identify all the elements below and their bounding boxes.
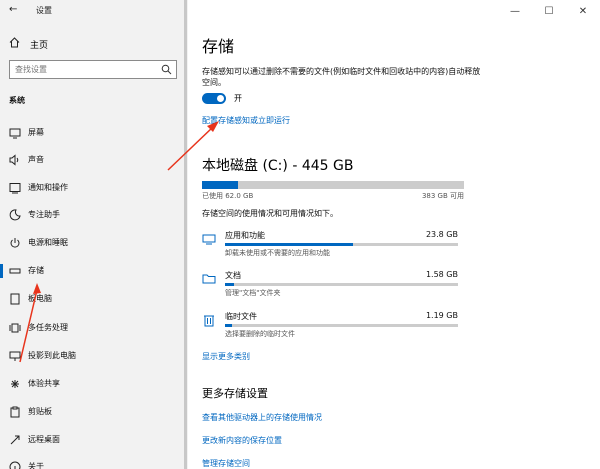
category-description: 选择要删除的临时文件 xyxy=(225,330,295,338)
minimize-button[interactable]: — xyxy=(498,0,532,22)
sidebar-item-about[interactable]: 关于 xyxy=(0,456,188,469)
drive-usage-bar xyxy=(202,181,464,189)
sidebar-item-notifications[interactable]: 通知和操作 xyxy=(0,177,188,199)
app-title: 设置 xyxy=(36,6,52,15)
sidebar-item-label: 远程桌面 xyxy=(28,435,60,444)
category-bar-fill xyxy=(225,243,354,246)
search-icon[interactable] xyxy=(161,64,172,75)
more-settings-title: 更多存储设置 xyxy=(202,387,268,400)
sidebar-item-label: 关于 xyxy=(28,462,44,469)
settings-sidebar: ← 设置 主页 系统 屏幕 声音 通知和操作 专注助手 电源和睡眠 存储 xyxy=(0,0,188,469)
sidebar-scrollbar[interactable] xyxy=(184,0,187,469)
sidebar-item-shared-experiences[interactable]: 体验共享 xyxy=(0,373,188,395)
sidebar-item-label: 板电脑 xyxy=(28,294,52,303)
sidebar-item-storage[interactable]: 存储 xyxy=(0,260,188,282)
sidebar-home[interactable]: 主页 xyxy=(9,37,48,51)
sidebar-item-label: 多任务处理 xyxy=(28,323,68,332)
remote-desktop-icon xyxy=(9,434,21,446)
category-size: 1.58 GB xyxy=(425,270,458,279)
category-name: 文档 xyxy=(225,271,241,280)
usage-info: 存储空间的使用情况和可用情况如下。 xyxy=(202,209,338,218)
sidebar-item-display[interactable]: 屏幕 xyxy=(0,122,188,144)
notification-icon xyxy=(9,182,21,194)
category-name: 应用和功能 xyxy=(225,231,265,240)
drive-title: 本地磁盘 (C:) - 445 GB xyxy=(202,158,354,174)
share-icon xyxy=(9,378,21,390)
category-bar xyxy=(225,283,458,286)
other-drives-link[interactable]: 查看其他驱动器上的存储使用情况 xyxy=(202,412,322,423)
sidebar-item-label: 电源和睡眠 xyxy=(28,238,68,247)
search-box[interactable] xyxy=(9,60,177,79)
sidebar-item-label: 屏幕 xyxy=(28,128,44,137)
moon-icon xyxy=(9,209,21,221)
category-name: 临时文件 xyxy=(225,312,257,321)
sidebar-item-label: 剪贴板 xyxy=(28,407,52,416)
sidebar-item-focus-assist[interactable]: 专注助手 xyxy=(0,204,188,226)
search-input[interactable] xyxy=(10,61,155,78)
power-icon xyxy=(9,237,21,249)
sidebar-item-label: 体验共享 xyxy=(28,379,60,388)
sidebar-item-label: 投影到此电脑 xyxy=(28,351,76,360)
clipboard-icon xyxy=(9,406,21,418)
category-size: 1.19 GB xyxy=(425,311,458,320)
sidebar-item-multitasking[interactable]: 多任务处理 xyxy=(0,317,188,339)
category-description: 管理"文档"文件夹 xyxy=(225,289,281,297)
sidebar-item-sound[interactable]: 声音 xyxy=(0,149,188,171)
drive-usage-fill xyxy=(202,181,239,189)
sidebar-item-tablet[interactable]: 板电脑 xyxy=(0,288,188,310)
back-arrow-icon[interactable]: ← xyxy=(9,4,21,16)
toggle-state-label: 开 xyxy=(234,94,242,103)
category-bar xyxy=(225,243,458,246)
section-label: 系统 xyxy=(9,96,25,105)
maximize-button[interactable]: ☐ xyxy=(532,0,566,22)
storage-sense-toggle[interactable] xyxy=(202,93,226,104)
category-bar-fill xyxy=(225,324,232,327)
manage-storage-spaces-link[interactable]: 管理存储空间 xyxy=(202,458,250,469)
configure-storage-sense-link[interactable]: 配置存储感知或立即运行 xyxy=(202,115,290,126)
category-bar-fill xyxy=(225,283,235,286)
storage-icon xyxy=(9,265,21,277)
folder-icon xyxy=(202,272,216,286)
home-icon xyxy=(9,37,21,51)
speaker-icon xyxy=(9,154,21,166)
projector-icon xyxy=(9,350,21,362)
sidebar-item-clipboard[interactable]: 剪贴板 xyxy=(0,401,188,423)
category-apps[interactable]: 应用和功能 23.8 GB 卸载未使用或不需要的应用和功能 xyxy=(202,230,464,260)
sidebar-item-label: 声音 xyxy=(28,155,44,164)
apps-icon xyxy=(202,232,216,246)
category-documents[interactable]: 文档 1.58 GB 管理"文档"文件夹 xyxy=(202,270,464,300)
home-label: 主页 xyxy=(30,40,49,51)
sidebar-item-label: 存储 xyxy=(28,266,44,275)
category-temp-files[interactable]: 临时文件 1.19 GB 选择要删除的临时文件 xyxy=(202,311,464,341)
free-space-label: 383 GB 可用 xyxy=(421,192,464,200)
monitor-icon xyxy=(9,127,21,139)
category-description: 卸载未使用或不需要的应用和功能 xyxy=(225,249,330,257)
info-icon xyxy=(9,461,21,469)
storage-page: — ☐ ✕ 存储 存储感知可以通过删除不需要的文件(例如临时文件和回收站中的内容… xyxy=(188,0,600,469)
save-location-link[interactable]: 更改新内容的保存位置 xyxy=(202,435,282,446)
window-controls: — ☐ ✕ xyxy=(498,0,600,22)
trash-icon xyxy=(202,313,216,327)
page-title: 存储 xyxy=(202,37,235,56)
sidebar-item-power[interactable]: 电源和睡眠 xyxy=(0,232,188,254)
close-button[interactable]: ✕ xyxy=(566,0,600,22)
tablet-icon xyxy=(9,293,21,305)
show-more-categories-link[interactable]: 显示更多类别 xyxy=(202,351,250,362)
sidebar-item-project[interactable]: 投影到此电脑 xyxy=(0,345,188,367)
sidebar-item-label: 专注助手 xyxy=(28,210,60,219)
category-size: 23.8 GB xyxy=(425,230,458,239)
category-bar xyxy=(225,324,458,327)
storage-sense-description: 存储感知可以通过删除不需要的文件(例如临时文件和回收站中的内容)自动释放空间。 xyxy=(202,67,481,87)
sidebar-item-remote-desktop[interactable]: 远程桌面 xyxy=(0,429,188,451)
multitask-icon xyxy=(9,322,21,334)
sidebar-item-label: 通知和操作 xyxy=(28,183,68,192)
